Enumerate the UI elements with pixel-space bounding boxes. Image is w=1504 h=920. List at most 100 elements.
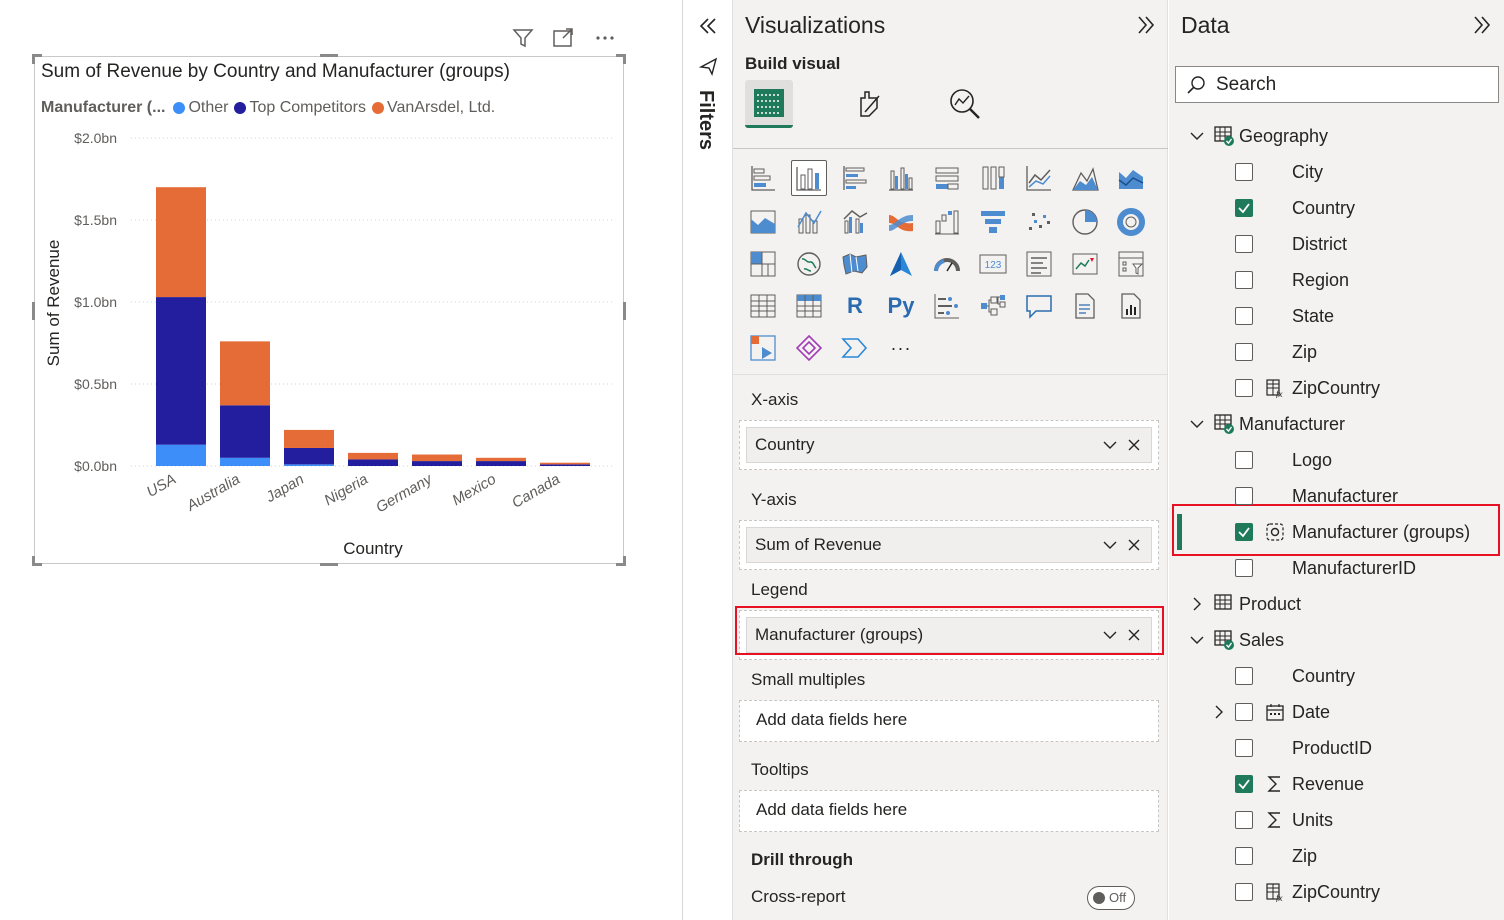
field-item[interactable]: State: [1169, 298, 1504, 334]
field-item[interactable]: ProductID: [1169, 730, 1504, 766]
bar-segment[interactable]: [540, 464, 590, 466]
waterfall-chart-icon[interactable]: [929, 204, 965, 240]
analytics-tab[interactable]: [941, 80, 989, 128]
power-automate-icon[interactable]: [791, 330, 827, 366]
table-node-geography[interactable]: Geography: [1169, 118, 1504, 154]
field-checkbox[interactable]: [1235, 343, 1253, 361]
collapse-data-icon[interactable]: [1469, 12, 1495, 38]
x-axis-well[interactable]: Country: [739, 420, 1159, 470]
field-checkbox[interactable]: [1235, 307, 1253, 325]
bar-segment[interactable]: [220, 457, 270, 466]
field-checkbox[interactable]: [1235, 379, 1253, 397]
field-checkbox[interactable]: [1235, 487, 1253, 505]
stacked-area-chart-100-icon[interactable]: [745, 204, 781, 240]
small-multiples-well[interactable]: Add data fields here: [739, 700, 1159, 742]
azure-map-icon[interactable]: [883, 246, 919, 282]
bar-segment[interactable]: [540, 462, 590, 465]
chevron-down-icon[interactable]: [1101, 436, 1119, 454]
bar-segment[interactable]: [220, 341, 270, 406]
field-item[interactable]: Zip: [1169, 838, 1504, 874]
bar-segment[interactable]: [156, 444, 206, 466]
field-checkbox[interactable]: [1235, 235, 1253, 253]
field-item[interactable]: Manufacturer (groups): [1169, 514, 1504, 550]
kpi-icon[interactable]: [1067, 246, 1103, 282]
slicer-icon[interactable]: [1113, 246, 1149, 282]
bar-segment[interactable]: [476, 457, 526, 462]
collapse-visualizations-icon[interactable]: [1133, 12, 1159, 38]
field-checkbox[interactable]: [1235, 883, 1253, 901]
focus-mode-icon[interactable]: [549, 24, 577, 52]
filters-label[interactable]: Filters: [694, 90, 717, 150]
field-item[interactable]: fx ZipCountry: [1169, 370, 1504, 406]
table-node-product[interactable]: Product: [1169, 586, 1504, 622]
smart-narrative-icon[interactable]: [1067, 288, 1103, 324]
bar-segment[interactable]: [220, 405, 270, 458]
field-checkbox[interactable]: [1235, 271, 1253, 289]
field-item[interactable]: ManufacturerID: [1169, 550, 1504, 586]
funnel-chart-icon[interactable]: [975, 204, 1011, 240]
stacked-column-chart-icon[interactable]: [791, 160, 827, 196]
clustered-column-chart-icon[interactable]: [883, 160, 919, 196]
bar-segment[interactable]: [348, 459, 398, 466]
field-checkbox[interactable]: [1235, 775, 1253, 793]
table-node-manufacturer[interactable]: Manufacturer: [1169, 406, 1504, 442]
filters-pane-collapsed[interactable]: Filters: [684, 0, 733, 920]
chevron-down-icon[interactable]: [1101, 536, 1119, 554]
build-visual-tab[interactable]: [745, 80, 793, 128]
cross-report-toggle[interactable]: Off: [1087, 886, 1135, 910]
chevron-right-icon[interactable]: [1211, 704, 1227, 720]
paginated-report-icon[interactable]: [1113, 288, 1149, 324]
stacked-column-chart[interactable]: Sum of Revenue by Country and Manufactur…: [32, 54, 626, 566]
search-input[interactable]: [1216, 73, 1486, 97]
tooltips-well[interactable]: Add data fields here: [739, 790, 1159, 832]
field-item[interactable]: District: [1169, 226, 1504, 262]
field-checkbox[interactable]: [1235, 163, 1253, 181]
chevron-down-icon[interactable]: [1189, 632, 1205, 648]
100-stacked-bar-chart-icon[interactable]: [929, 160, 965, 196]
chevron-down-icon[interactable]: [1189, 416, 1205, 432]
field-checkbox[interactable]: [1235, 199, 1253, 217]
field-checkbox[interactable]: [1235, 847, 1253, 865]
expand-filters-icon[interactable]: [696, 14, 720, 38]
line-and-clustered-column-chart-icon[interactable]: [837, 204, 873, 240]
table-icon[interactable]: [745, 288, 781, 324]
field-item[interactable]: Units: [1169, 802, 1504, 838]
field-checkbox[interactable]: [1235, 451, 1253, 469]
ai-visual-icon[interactable]: [837, 330, 873, 366]
remove-field-icon[interactable]: [1125, 436, 1143, 454]
stacked-area-chart-icon[interactable]: [1113, 160, 1149, 196]
chevron-right-icon[interactable]: [1189, 596, 1205, 612]
field-checkbox[interactable]: [1235, 667, 1253, 685]
field-item[interactable]: fx ZipCountry: [1169, 874, 1504, 910]
filled-map-icon[interactable]: [837, 246, 873, 282]
decomposition-tree-icon[interactable]: [975, 288, 1011, 324]
remove-field-icon[interactable]: [1125, 536, 1143, 554]
gauge-icon[interactable]: [929, 246, 965, 282]
format-visual-tab[interactable]: [845, 80, 893, 128]
chevron-down-icon[interactable]: [1189, 128, 1205, 144]
field-checkbox[interactable]: [1235, 559, 1253, 577]
field-item[interactable]: Date: [1169, 694, 1504, 730]
bar-segment[interactable]: [156, 187, 206, 298]
key-influencers-icon[interactable]: [929, 288, 965, 324]
field-checkbox[interactable]: [1235, 739, 1253, 757]
field-item[interactable]: Country: [1169, 190, 1504, 226]
field-checkbox[interactable]: [1235, 703, 1253, 721]
bar-segment[interactable]: [412, 461, 462, 466]
bar-segment[interactable]: [476, 461, 526, 466]
x-axis-field[interactable]: Country: [746, 427, 1152, 463]
map-icon[interactable]: [791, 246, 827, 282]
y-axis-well[interactable]: Sum of Revenue: [739, 520, 1159, 570]
bar-segment[interactable]: [348, 452, 398, 460]
bar-segment[interactable]: [284, 429, 334, 448]
card-icon[interactable]: 123: [975, 246, 1011, 282]
bar-segment[interactable]: [284, 447, 334, 465]
field-item[interactable]: City: [1169, 154, 1504, 190]
more-visuals-icon[interactable]: ···: [883, 330, 919, 366]
donut-chart-icon[interactable]: [1113, 204, 1149, 240]
search-box[interactable]: [1175, 66, 1499, 103]
python-visual-icon[interactable]: Py: [883, 288, 919, 324]
matrix-icon[interactable]: [791, 288, 827, 324]
more-options-icon[interactable]: [591, 24, 619, 52]
ribbon-chart-icon[interactable]: [883, 204, 919, 240]
